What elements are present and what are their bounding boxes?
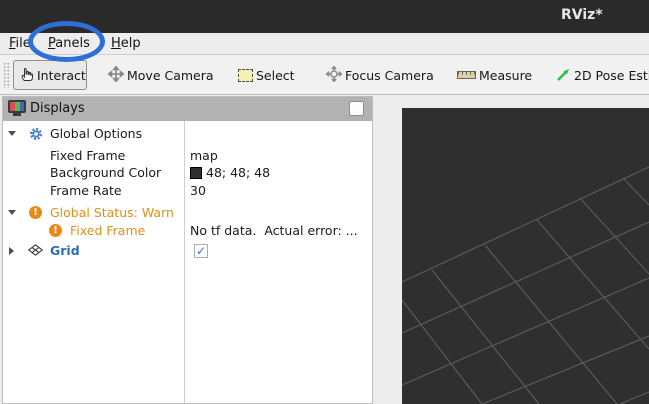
move-camera-label: Move Camera: [127, 68, 214, 83]
select-button[interactable]: Select: [234, 60, 299, 90]
row-fixed-frame[interactable]: Fixed Frame map: [3, 147, 372, 164]
menu-panels[interactable]: Panels: [44, 33, 94, 55]
background-color-value[interactable]: 48; 48; 48: [190, 165, 270, 180]
move-camera-button[interactable]: Move Camera: [104, 60, 218, 90]
color-swatch: [190, 167, 202, 179]
frame-rate-value[interactable]: 30: [190, 183, 206, 198]
global-status-label: Global Status: Warn: [50, 205, 174, 220]
ground-grid: [402, 108, 649, 404]
interact-label: Interact: [37, 68, 86, 83]
focus-crosshair-icon: [326, 66, 342, 85]
panel-float-button[interactable]: [349, 101, 364, 116]
row-global-status[interactable]: ! Global Status: Warn: [3, 204, 372, 221]
global-options-label: Global Options: [50, 126, 142, 141]
grid-display-icon: [28, 244, 43, 259]
focus-camera-label: Focus Camera: [345, 68, 434, 83]
toolbar-drag-handle[interactable]: [3, 62, 10, 88]
fixed-frame-value[interactable]: map: [190, 148, 218, 163]
fixed-frame-label: Fixed Frame: [50, 148, 125, 163]
hand-cursor-icon: [18, 66, 34, 85]
fixed-frame-status-label: Fixed Frame: [70, 223, 145, 238]
fixed-frame-status-value: No tf data. Actual error: ...: [190, 223, 358, 238]
render-viewport[interactable]: [402, 108, 649, 404]
warning-icon: !: [29, 206, 42, 219]
menu-file[interactable]: File: [5, 33, 35, 55]
menu-help[interactable]: Help: [107, 33, 145, 55]
displays-monitor-icon: [8, 100, 26, 117]
frame-rate-label: Frame Rate: [50, 183, 122, 198]
displays-panel-title: Displays: [30, 101, 85, 116]
row-grid[interactable]: Grid ✓: [3, 242, 372, 259]
expander-down-icon[interactable]: [8, 210, 16, 215]
measure-label: Measure: [479, 68, 532, 83]
warning-icon: !: [49, 224, 62, 237]
background-color-text: 48; 48; 48: [206, 165, 270, 180]
gear-icon: [29, 127, 43, 144]
window-title: RViz*: [561, 7, 603, 23]
interact-button[interactable]: Interact: [13, 60, 87, 90]
move-arrows-icon: [108, 66, 124, 85]
displays-panel: Displays Global Options Fixed Frame map …: [2, 96, 373, 404]
select-label: Select: [256, 68, 295, 83]
row-global-options[interactable]: Global Options: [3, 125, 372, 142]
focus-camera-button[interactable]: Focus Camera: [322, 60, 438, 90]
displays-panel-header[interactable]: Displays: [3, 97, 372, 121]
grid-label: Grid: [50, 243, 80, 258]
measure-button[interactable]: Measure: [453, 60, 536, 90]
grid-enabled-checkbox[interactable]: ✓: [194, 244, 208, 258]
selection-box-icon: [238, 69, 253, 82]
pose-arrow-icon: [555, 66, 571, 85]
background-color-label: Background Color: [50, 165, 161, 180]
pose-estimate-label: 2D Pose Esti: [574, 68, 649, 83]
row-background-color[interactable]: Background Color 48; 48; 48: [3, 164, 372, 181]
row-frame-rate[interactable]: Frame Rate 30: [3, 182, 372, 199]
pose-estimate-button[interactable]: 2D Pose Esti: [551, 60, 649, 90]
toolbar: Interact Move Camera Select: [0, 55, 649, 95]
window-titlebar: RViz*: [0, 0, 649, 33]
ruler-icon: [457, 71, 476, 79]
menu-bar: File Panels Help: [0, 33, 649, 55]
row-fixed-frame-status[interactable]: ! Fixed Frame No tf data. Actual error: …: [3, 222, 372, 239]
expander-down-icon[interactable]: [8, 131, 16, 136]
expander-right-icon[interactable]: [9, 247, 14, 255]
